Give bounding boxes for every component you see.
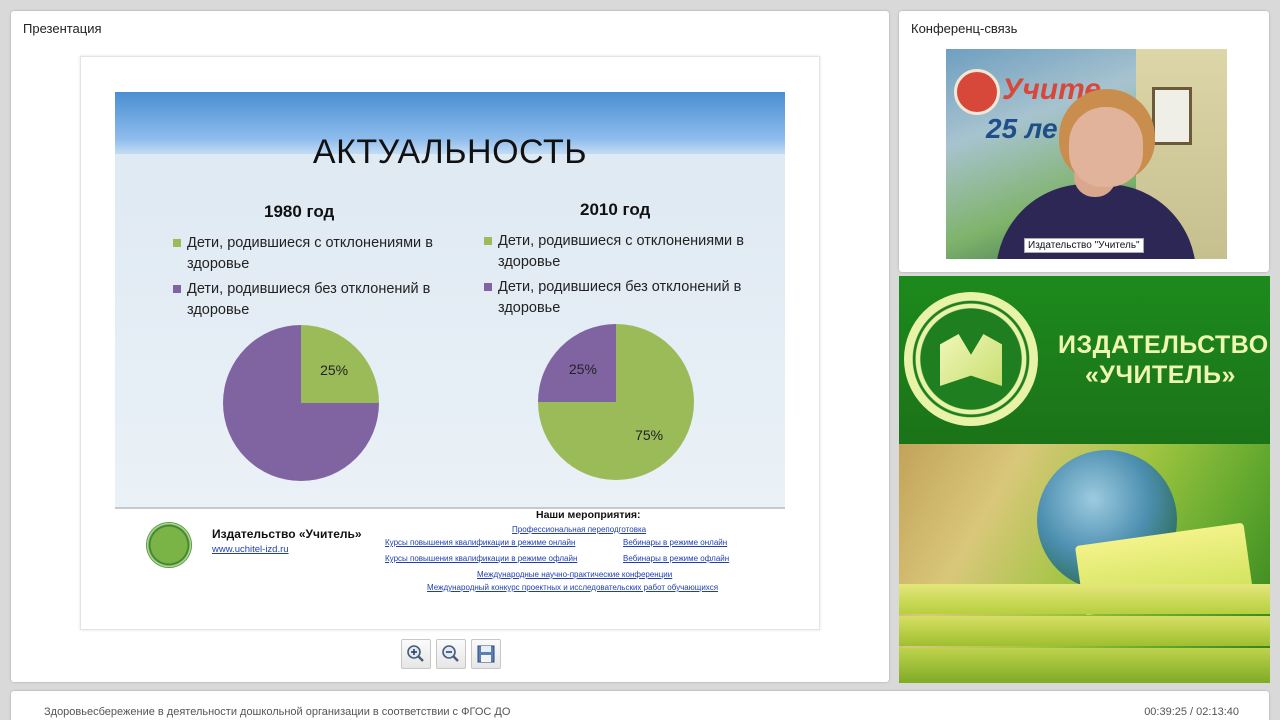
legend-label: Дети, родившиеся с отклонениями в здоров… bbox=[498, 233, 744, 270]
zoom-in-icon bbox=[407, 645, 424, 662]
zoom-out-button[interactable] bbox=[436, 639, 466, 669]
publisher-logo-icon bbox=[904, 292, 1038, 426]
legend-item: Дети, родившиеся с отклонениями в здоров… bbox=[484, 231, 764, 273]
banner-title-line1: ИЗДАТЕЛЬСТВО bbox=[1058, 331, 1269, 359]
event-link[interactable]: Профессиональная переподготовка bbox=[512, 525, 646, 534]
publisher-logo-icon bbox=[146, 522, 192, 568]
banner-top: ИЗДАТЕЛЬСТВО «УЧИТЕЛЬ» bbox=[899, 276, 1270, 444]
zoom-out-icon bbox=[442, 645, 459, 662]
legend-label: Дети, родившиеся без отклонений в здоров… bbox=[187, 281, 431, 318]
speaker-face bbox=[1069, 107, 1143, 187]
conference-panel: Конференц-связь Учите 25 ле Издательство… bbox=[899, 11, 1269, 272]
book-stack bbox=[899, 584, 1270, 614]
legend-item: Дети, родившиеся без отклонений в здоров… bbox=[484, 277, 764, 319]
slide-divider bbox=[115, 507, 785, 509]
slide-publisher-name: Издательство «Учитель» bbox=[212, 527, 362, 541]
video-caption: Издательство "Учитель" bbox=[1024, 238, 1144, 253]
legend-swatch-green bbox=[484, 237, 492, 245]
webcam-video[interactable]: Учите 25 ле Издательство "Учитель" bbox=[946, 49, 1227, 259]
chart-2010-title: 2010 год bbox=[580, 200, 651, 219]
banner-text: 25 ле bbox=[986, 113, 1058, 144]
slide-toolbar bbox=[401, 639, 501, 669]
legend-swatch-green bbox=[173, 239, 181, 247]
publisher-banner: ИЗДАТЕЛЬСТВО «УЧИТЕЛЬ» bbox=[899, 276, 1270, 683]
slide-title: АКТУАЛЬНОСТЬ bbox=[312, 133, 588, 171]
playback-time: 00:39:25 / 02:13:40 bbox=[1144, 706, 1239, 718]
event-link[interactable]: Курсы повышения квалификации в режиме он… bbox=[385, 538, 575, 547]
legend-swatch-purple bbox=[173, 285, 181, 293]
banner-image bbox=[899, 444, 1270, 683]
webinar-title: Здоровьесбережение в деятельности дошкол… bbox=[44, 706, 511, 718]
zoom-in-button[interactable] bbox=[401, 639, 431, 669]
chart-2010-legend: Дети, родившиеся с отклонениями в здоров… bbox=[484, 231, 764, 323]
event-link[interactable]: Курсы повышения квалификации в режиме оф… bbox=[385, 554, 577, 563]
open-book-icon bbox=[940, 334, 1002, 386]
footer-bar: Здоровьесбережение в деятельности дошкол… bbox=[11, 691, 1269, 720]
event-link[interactable]: Международный конкурс проектных и исслед… bbox=[427, 583, 718, 592]
event-link[interactable]: Вебинары в режиме онлайн bbox=[623, 538, 727, 547]
event-link[interactable]: Вебинары в режиме офлайн bbox=[623, 554, 729, 563]
banner-title-line2: «УЧИТЕЛЬ» bbox=[1085, 361, 1236, 389]
legend-label: Дети, родившиеся с отклонениями в здоров… bbox=[187, 235, 433, 272]
chart-1980-title: 1980 год bbox=[264, 202, 335, 221]
legend-item: Дети, родившиеся без отклонений в здоров… bbox=[173, 279, 448, 321]
chart-1980-legend: Дети, родившиеся с отклонениями в здоров… bbox=[173, 233, 448, 325]
book-stack bbox=[899, 616, 1270, 646]
presentation-panel-title: Презентация bbox=[23, 21, 102, 36]
book-stack bbox=[899, 648, 1270, 683]
legend-swatch-purple bbox=[484, 283, 492, 291]
events-heading: Наши мероприятия: bbox=[536, 509, 641, 521]
wall-picture-frame bbox=[1152, 87, 1192, 145]
banner-logo-icon bbox=[954, 69, 1000, 115]
presentation-slide: АКТУАЛЬНОСТЬ 1980 год Дети, родившиеся с… bbox=[80, 56, 820, 630]
save-button[interactable] bbox=[471, 639, 501, 669]
conference-panel-title: Конференц-связь bbox=[911, 21, 1018, 36]
event-link[interactable]: Международные научно-практические конфер… bbox=[477, 570, 672, 579]
pie-data-label: 75% bbox=[635, 427, 663, 443]
legend-label: Дети, родившиеся без отклонений в здоров… bbox=[498, 279, 742, 316]
save-icon bbox=[477, 645, 495, 663]
chart-1980-pie: 25% bbox=[223, 325, 379, 481]
slide-publisher-link[interactable]: www.uchitel-izd.ru bbox=[212, 544, 289, 555]
pie-data-label: 25% bbox=[320, 362, 348, 378]
chart-2010-pie: 75% 25% bbox=[538, 324, 694, 480]
presentation-panel: Презентация АКТУАЛЬНОСТЬ 1980 год Дети, … bbox=[11, 11, 889, 682]
pie-data-label: 25% bbox=[569, 361, 597, 377]
legend-item: Дети, родившиеся с отклонениями в здоров… bbox=[173, 233, 448, 275]
